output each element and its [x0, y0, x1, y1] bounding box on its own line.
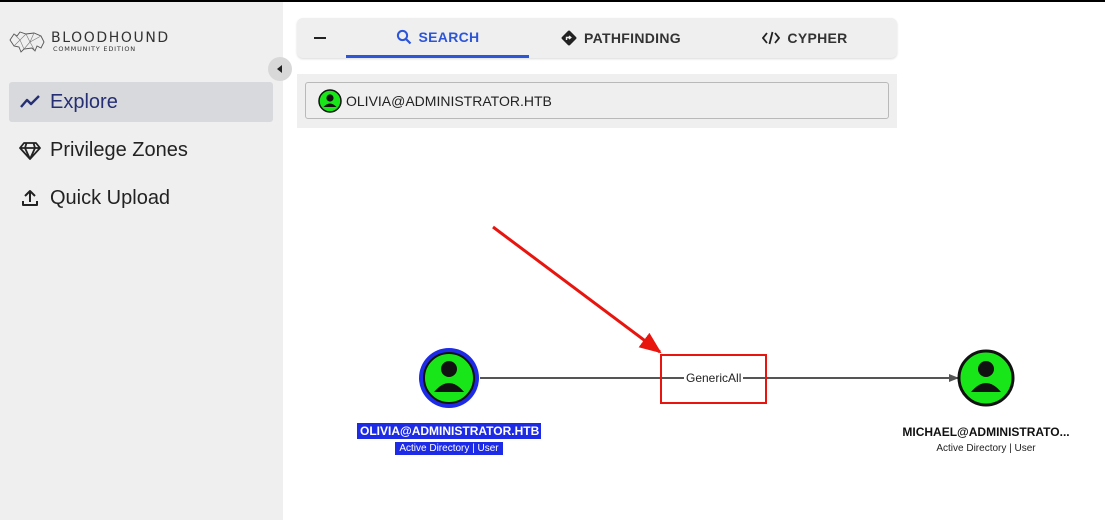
sidebar-item-label: Quick Upload [50, 186, 171, 209]
logo-title: BLOODHOUND [51, 30, 170, 46]
tab-cypher[interactable]: CYPHER [713, 18, 897, 58]
app-logo[interactable]: BLOODHOUND COMMUNITY EDITION [8, 26, 178, 56]
node-type-michael: Active Directory | User [936, 443, 1036, 454]
collapse-sidebar-button[interactable] [268, 57, 292, 81]
sidebar-item-explore[interactable]: Explore [9, 82, 273, 122]
diamond-icon [19, 139, 41, 161]
search-input-value: OLIVIA@ADMINISTRATOR.HTB [346, 92, 552, 109]
highlight-box [660, 354, 767, 404]
caret-left-icon [277, 65, 282, 73]
graph-node-michael[interactable] [957, 349, 1015, 407]
node-type-olivia: Active Directory | User [395, 442, 503, 455]
graph-node-olivia[interactable] [419, 348, 479, 408]
user-icon [441, 361, 457, 377]
sidebar-item-quick-upload[interactable]: Quick Upload [9, 178, 273, 218]
node-label-michael[interactable]: MICHAEL@ADMINISTRATO... [896, 425, 1076, 439]
search-icon [396, 29, 412, 45]
node-search-input[interactable]: OLIVIA@ADMINISTRATOR.HTB [305, 82, 889, 119]
node-label-olivia[interactable]: OLIVIA@ADMINISTRATOR.HTB [357, 423, 541, 439]
collapse-search-button[interactable] [297, 18, 342, 58]
trend-line-icon [19, 91, 41, 113]
user-node-icon [318, 88, 342, 113]
tab-label: PATHFINDING [584, 30, 681, 46]
pathfinding-icon [561, 30, 577, 46]
code-icon [762, 30, 781, 46]
minus-icon [313, 37, 326, 39]
graph-canvas[interactable]: GenericAll OLIVIA@ADMINISTRATOR.HTB Acti… [283, 130, 1105, 520]
upload-icon [19, 187, 41, 209]
sidebar-item-label: Explore [50, 90, 118, 113]
tab-label: CYPHER [787, 30, 848, 46]
tab-search[interactable]: SEARCH [346, 18, 529, 58]
logo-subtitle: COMMUNITY EDITION [53, 45, 136, 53]
search-panel: OLIVIA@ADMINISTRATOR.HTB [297, 74, 897, 128]
annotation-arrow [492, 225, 662, 354]
sidebar-item-privilege-zones[interactable]: Privilege Zones [9, 130, 273, 170]
search-tabs: SEARCH PATHFINDING CYPHER [297, 18, 897, 58]
user-icon [978, 361, 994, 377]
sidebar: BLOODHOUND COMMUNITY EDITION Explore Pri… [0, 2, 283, 520]
bloodhound-logo-icon [9, 31, 45, 53]
sidebar-item-label: Privilege Zones [50, 138, 188, 161]
tab-label: SEARCH [418, 28, 480, 45]
tab-pathfinding[interactable]: PATHFINDING [529, 18, 713, 58]
